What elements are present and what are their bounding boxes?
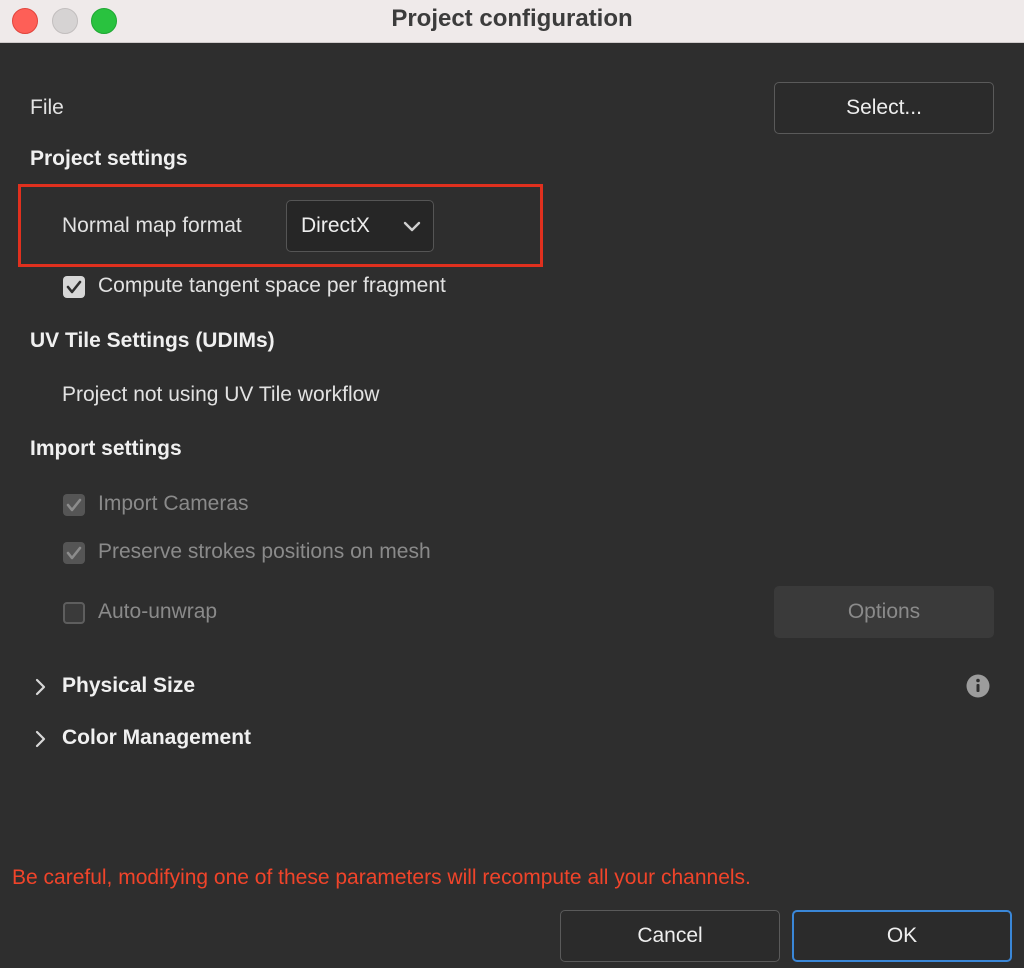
chevron-down-icon [403, 221, 421, 232]
title-bar: Project configuration [0, 0, 1024, 43]
project-settings-header: Project settings [30, 147, 188, 170]
select-file-button-label: Select... [846, 96, 922, 119]
options-button-label: Options [847, 600, 921, 623]
tangent-space-label: Compute tangent space per fragment [98, 274, 446, 297]
uv-tile-header: UV Tile Settings (UDIMs) [30, 329, 275, 352]
cancel-button[interactable]: Cancel [560, 910, 780, 962]
auto-unwrap-checkbox[interactable] [63, 602, 85, 624]
physical-size-section[interactable]: Physical Size [30, 674, 1010, 704]
auto-unwrap-label: Auto-unwrap [98, 600, 218, 623]
ok-button[interactable]: OK [792, 910, 1012, 962]
preserve-strokes-label: Preserve strokes positions on mesh [98, 540, 431, 563]
import-settings-header: Import settings [30, 437, 182, 460]
color-management-section[interactable]: Color Management [30, 726, 430, 756]
normal-map-format-label: Normal map format [62, 214, 242, 237]
import-cameras-label: Import Cameras [98, 492, 249, 515]
checkmark-icon [66, 546, 82, 560]
file-label: File [30, 96, 64, 119]
window-title: Project configuration [391, 5, 633, 32]
checkmark-icon [66, 498, 82, 512]
uv-tile-status: Project not using UV Tile workflow [62, 383, 380, 406]
ok-button-label: OK [886, 924, 918, 947]
chevron-right-icon [35, 730, 46, 748]
chevron-right-icon [35, 678, 46, 696]
select-file-button[interactable]: Select... [774, 82, 994, 134]
cancel-button-label: Cancel [637, 924, 703, 947]
warning-message: Be careful, modifying one of these param… [12, 866, 751, 889]
info-icon[interactable] [966, 674, 990, 698]
normal-map-format-value: DirectX [301, 214, 370, 237]
options-button[interactable]: Options [774, 586, 994, 638]
normal-map-format-select[interactable]: DirectX [286, 200, 434, 252]
color-management-label: Color Management [62, 726, 252, 749]
physical-size-label: Physical Size [62, 674, 196, 697]
checkmark-icon [66, 280, 82, 294]
preserve-strokes-checkbox[interactable] [63, 542, 85, 564]
import-cameras-checkbox[interactable] [63, 494, 85, 516]
tangent-space-checkbox[interactable] [63, 276, 85, 298]
